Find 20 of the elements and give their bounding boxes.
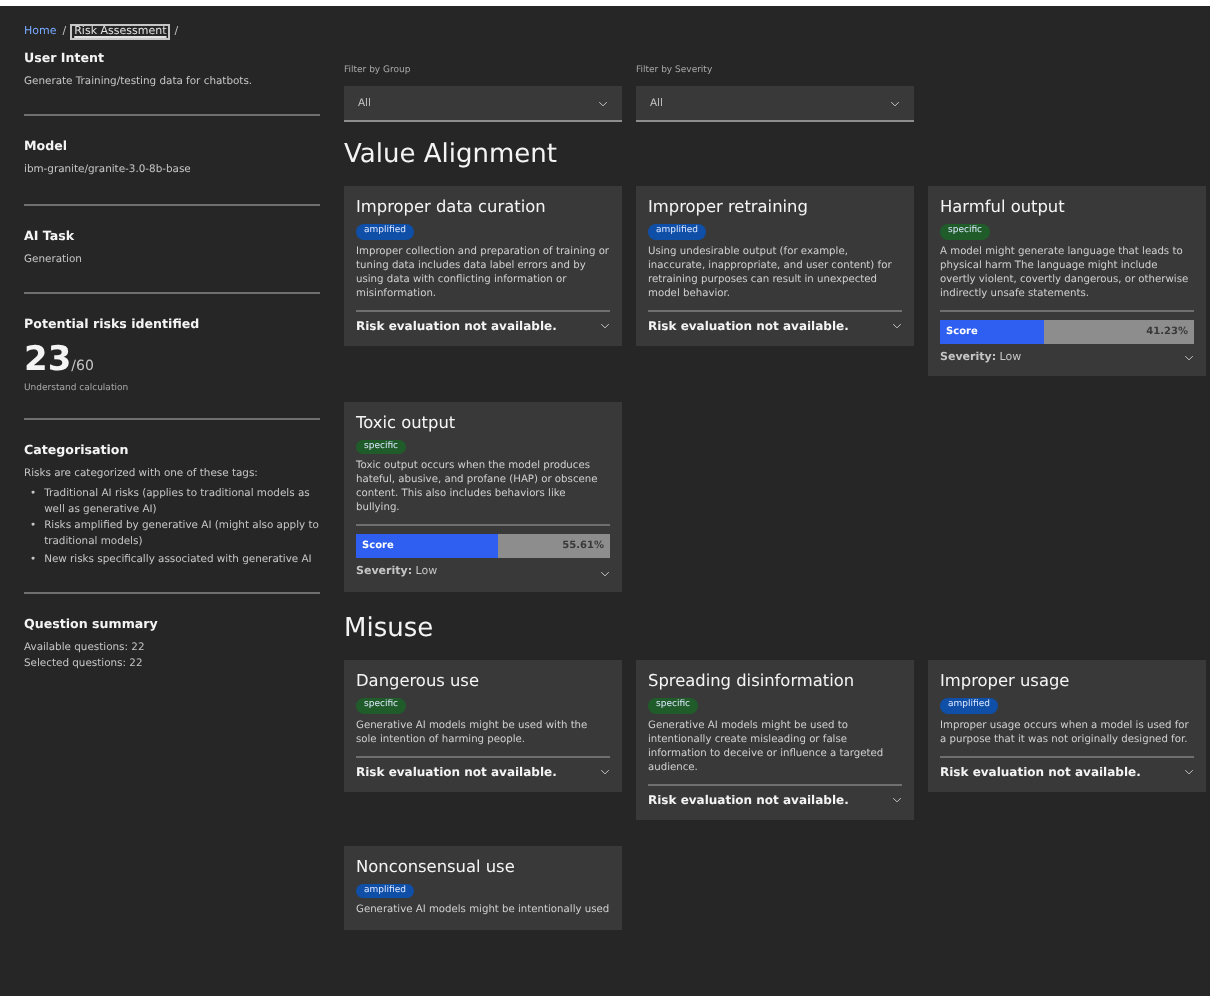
card-title: Improper data curation [356, 198, 548, 219]
card-title: Improper retraining [648, 198, 810, 219]
chevron-down-icon [890, 99, 900, 107]
chevron-down-icon[interactable] [892, 322, 902, 331]
group-heading: Value Alignment [344, 142, 559, 171]
chevron-down-icon[interactable] [600, 768, 610, 777]
chevron-down-icon[interactable] [1184, 353, 1194, 362]
group-heading: Misuse [344, 616, 436, 645]
card-title: Toxic output [356, 414, 458, 435]
chevron-down-icon [598, 99, 608, 107]
chevron-down-icon[interactable] [600, 322, 610, 331]
card-title: Harmful output [940, 198, 1067, 219]
chevron-down-icon[interactable] [600, 569, 610, 578]
chevron-down-icon[interactable] [1184, 768, 1194, 777]
risk-count: 23 [24, 339, 72, 380]
card-title: Nonconsensual use [356, 857, 517, 878]
card-title: Improper usage [940, 672, 1072, 693]
chevron-down-icon[interactable] [892, 796, 902, 805]
card-title: Dangerous use [356, 672, 481, 693]
card-title: Spreading disinformation [648, 672, 857, 693]
